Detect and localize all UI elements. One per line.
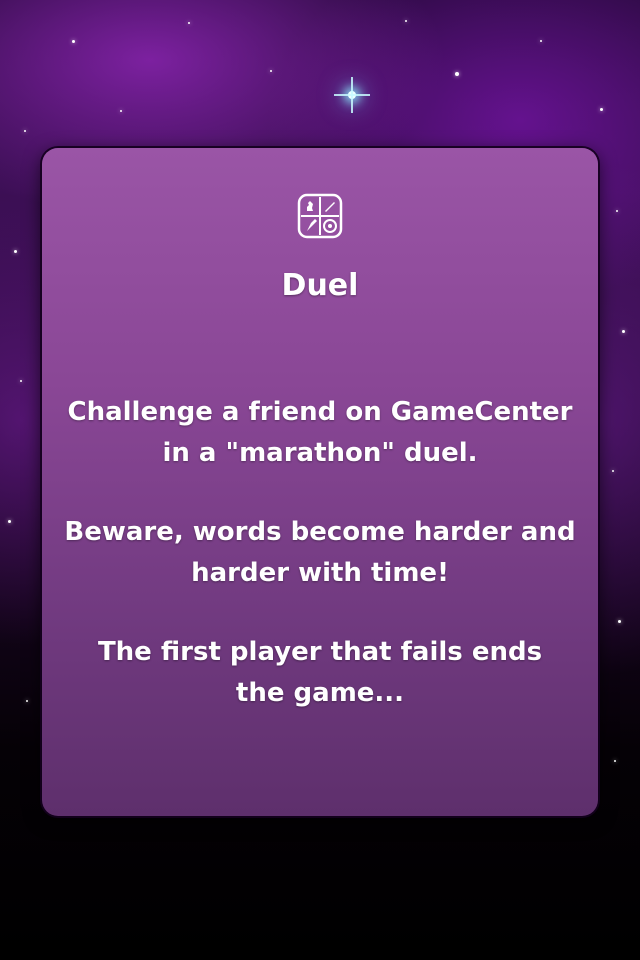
space-background: Duel Challenge a friend on GameCenter in… bbox=[0, 0, 640, 960]
description-line: The first player that fails ends bbox=[97, 637, 543, 667]
star-icon bbox=[72, 40, 75, 43]
star-icon bbox=[618, 620, 621, 623]
star-icon bbox=[24, 130, 26, 132]
description-paragraph: The first player that fails ends the gam… bbox=[62, 632, 578, 714]
description-line: Beware, words become harder and bbox=[64, 517, 576, 547]
description-line: in a "marathon" duel. bbox=[162, 438, 478, 468]
star-icon bbox=[188, 22, 190, 24]
star-icon bbox=[455, 72, 459, 76]
star-icon bbox=[334, 77, 370, 113]
star-icon bbox=[405, 20, 407, 22]
description-line: harder with time! bbox=[191, 558, 449, 588]
star-icon bbox=[540, 40, 542, 42]
star-icon bbox=[270, 70, 272, 72]
description-line: Challenge a friend on GameCenter bbox=[67, 397, 573, 427]
description-line: the game... bbox=[235, 678, 405, 708]
star-icon bbox=[616, 210, 618, 212]
star-icon bbox=[20, 380, 22, 382]
description-paragraph: Challenge a friend on GameCenter in a "m… bbox=[62, 392, 578, 474]
star-icon bbox=[26, 700, 28, 702]
star-icon bbox=[614, 760, 616, 762]
game-modes-icon bbox=[297, 193, 343, 239]
star-icon bbox=[600, 108, 603, 111]
info-card bbox=[42, 148, 598, 816]
description-paragraph: Beware, words become harder and harder w… bbox=[62, 512, 578, 594]
star-icon bbox=[622, 330, 625, 333]
page-title: Duel bbox=[281, 268, 359, 303]
star-icon bbox=[8, 520, 11, 523]
star-icon bbox=[120, 110, 122, 112]
star-icon bbox=[612, 470, 614, 472]
star-icon bbox=[14, 250, 17, 253]
